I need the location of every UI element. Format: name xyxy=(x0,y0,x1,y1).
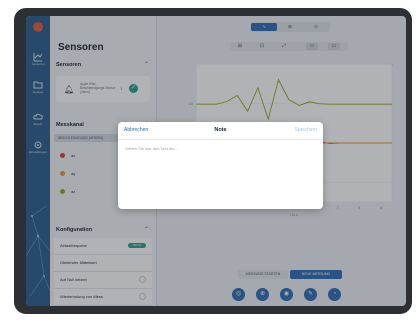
note-text-input[interactable]: Geben Sie hier den Text ein... xyxy=(125,146,178,151)
dialog-title: Note xyxy=(214,127,227,133)
dialog-header: Abbrechen Note Speichern xyxy=(118,122,323,140)
save-button[interactable]: Speichern xyxy=(294,127,317,133)
app-screen: Sensoren Analyse Export Einstellungen Se… xyxy=(26,16,406,306)
note-dialog: Abbrechen Note Speichern Geben Sie hier … xyxy=(118,122,323,209)
